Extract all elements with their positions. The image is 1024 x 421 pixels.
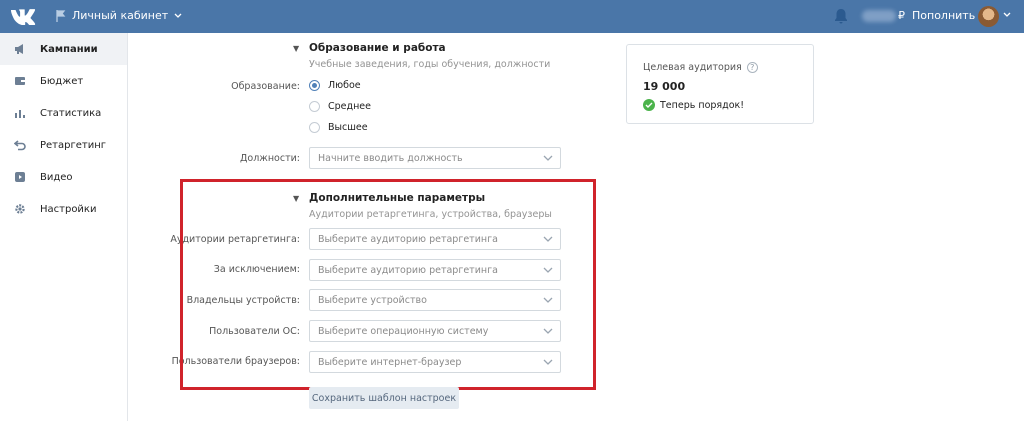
radio-education-any[interactable]: Любое [309, 80, 361, 91]
chevron-down-icon [174, 13, 182, 18]
highlight-frame [180, 179, 596, 390]
positions-label: Должности: [239, 153, 300, 164]
sidebar-item-statistics[interactable]: Статистика [0, 97, 127, 129]
sidebar-item-campaigns[interactable]: Кампании [0, 33, 127, 65]
education-section-title[interactable]: Образование и работа [309, 42, 446, 54]
audience-status: Теперь порядок! [660, 99, 745, 111]
balance-amount-blurred [862, 10, 896, 22]
sidebar-item-settings[interactable]: Настройки [0, 193, 127, 225]
cabinet-menu[interactable]: Личный кабинет [56, 9, 182, 22]
question-icon[interactable]: ? [746, 62, 758, 73]
bar-chart-icon [14, 107, 26, 119]
target-audience-card: Целевая аудитория ? 19 000 Теперь порядо… [626, 44, 814, 124]
radio-education-higher[interactable]: Высшее [309, 122, 368, 133]
top-bar: Личный кабинет ₽ Пополнить [0, 0, 1024, 33]
sidebar-item-label: Ретаргетинг [40, 139, 107, 151]
audience-status-row: Теперь порядок! [643, 99, 744, 111]
bell-icon[interactable] [834, 8, 848, 24]
audience-title: Целевая аудитория [643, 62, 742, 73]
positions-placeholder: Начните вводить должность [318, 153, 463, 164]
topup-link[interactable]: Пополнить [912, 9, 975, 22]
education-section-subtitle: Учебные заведения, годы обучения, должно… [309, 59, 551, 70]
audience-count: 19 000 [643, 80, 686, 93]
currency-sign: ₽ [898, 9, 905, 22]
chevron-down-icon[interactable] [1003, 12, 1011, 18]
radio-button[interactable] [309, 80, 320, 91]
cabinet-label: Личный кабинет [72, 9, 169, 22]
sidebar-item-label: Кампании [40, 43, 98, 55]
sidebar-item-label: Настройки [40, 203, 97, 215]
flag-icon [56, 9, 66, 22]
video-icon [14, 171, 26, 183]
radio-label: Любое [328, 80, 361, 91]
sidebar-item-label: Статистика [40, 107, 102, 119]
radio-label: Высшее [328, 122, 368, 133]
retarget-icon [14, 139, 26, 151]
save-template-button[interactable]: Сохранить шаблон настроек [309, 387, 459, 409]
sidebar-item-video[interactable]: Видео [0, 161, 127, 193]
collapse-triangle-icon[interactable]: ▼ [293, 44, 299, 53]
radio-button[interactable] [309, 101, 320, 112]
avatar[interactable] [978, 6, 999, 27]
gear-icon [14, 203, 26, 215]
audience-title-row: Целевая аудитория ? [643, 62, 758, 73]
radio-education-secondary[interactable]: Среднее [309, 101, 371, 112]
radio-button[interactable] [309, 122, 320, 133]
sidebar-item-label: Видео [40, 171, 73, 183]
vk-logo-icon[interactable] [10, 8, 36, 25]
education-label: Образование: [231, 81, 300, 92]
chevron-down-icon [543, 155, 553, 161]
radio-label: Среднее [328, 101, 371, 112]
positions-input[interactable]: Начните вводить должность [309, 147, 561, 169]
megaphone-icon [14, 43, 26, 55]
check-circle-icon [643, 99, 655, 111]
